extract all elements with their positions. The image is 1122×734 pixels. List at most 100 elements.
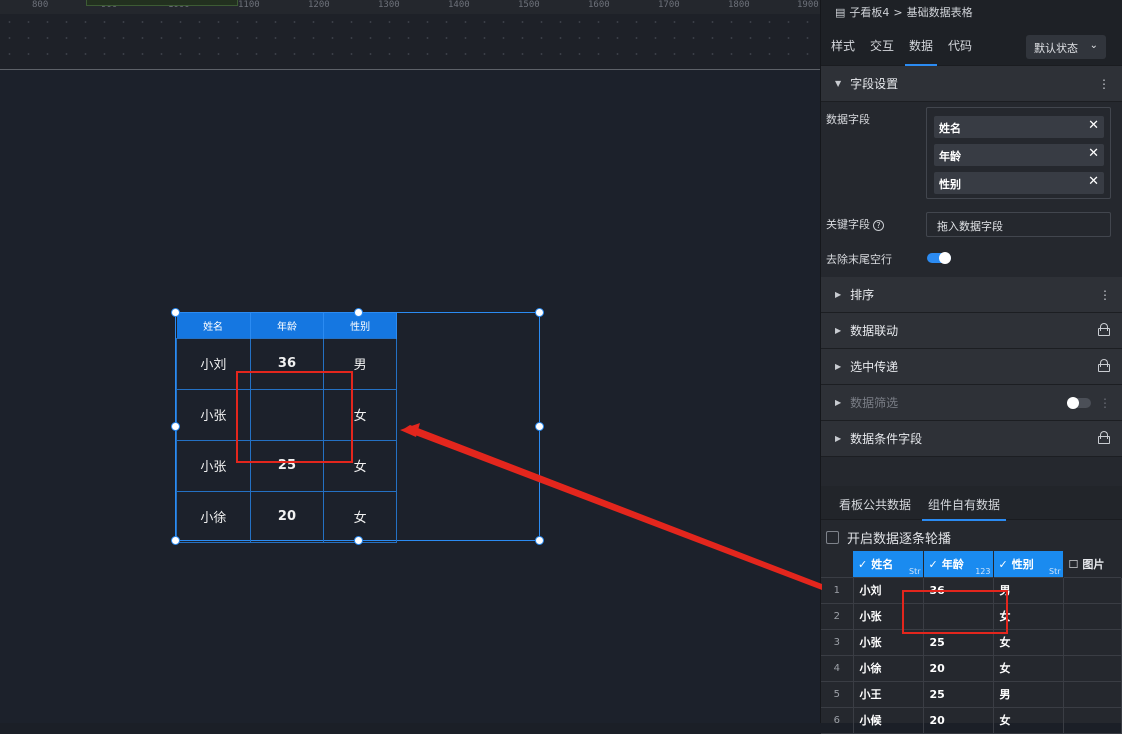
table-row[interactable]: 5 小王 25 男 — [821, 680, 1122, 708]
resize-handle-ne[interactable] — [535, 308, 544, 317]
remove-icon[interactable]: ✕ — [1088, 118, 1099, 133]
grid-cell[interactable]: 25 — [922, 680, 994, 708]
grid-cell[interactable]: 20 — [922, 654, 994, 682]
table-row[interactable]: 6 小候 20 女 — [821, 706, 1122, 734]
grid-cell[interactable]: 女 — [992, 706, 1064, 734]
grid-cell[interactable]: 20 — [922, 706, 994, 734]
section-data-linkage[interactable]: ▶ 数据联动 — [821, 313, 1122, 349]
more-menu-icon[interactable]: ⋮ — [1098, 77, 1110, 91]
field-chip[interactable]: 性别 ✕ — [934, 172, 1104, 194]
key-field-input[interactable]: 拖入数据字段 — [926, 212, 1111, 237]
carousel-option[interactable]: 开启数据逐条轮播 — [826, 528, 951, 547]
resize-handle-nw[interactable] — [171, 308, 180, 317]
caret-right-icon: ▶ — [835, 362, 842, 371]
carousel-checkbox[interactable] — [826, 531, 839, 544]
section-title: 数据筛选 — [850, 396, 899, 410]
ruler-tick: 1900 — [797, 0, 819, 10]
trim-empty-rows-label: 去除末尾空行 — [826, 253, 892, 266]
data-source-tabs: 看板公共数据 组件自有数据 — [821, 486, 1122, 521]
ruler-tick: 1400 — [448, 0, 470, 10]
field-chip[interactable]: 年龄 ✕ — [934, 144, 1104, 166]
resize-handle-sw[interactable] — [171, 536, 180, 545]
more-menu-icon[interactable]: ⋮ — [1099, 396, 1111, 410]
canvas-divider — [0, 69, 820, 70]
breadcrumb-separator: > — [893, 5, 903, 19]
grid-cell[interactable] — [1062, 576, 1122, 604]
data-grid: ✓ 姓名 Str ✓ 年龄 123 ✓ 性别 Str ☐ 图片 1 小刘 36 男 2 小张 … — [821, 551, 1122, 734]
tab-interaction[interactable]: 交互 — [870, 22, 894, 66]
grid-cell[interactable] — [1062, 654, 1122, 682]
resize-handle-n[interactable] — [354, 308, 363, 317]
section-condition-fields[interactable]: ▶ 数据条件字段 — [821, 421, 1122, 457]
section-title: 字段设置 — [850, 77, 899, 91]
row-number: 6 — [821, 706, 854, 734]
field-chip-label: 姓名 — [939, 122, 961, 135]
grid-cell[interactable]: 小候 — [852, 706, 924, 734]
tab-code[interactable]: 代码 — [948, 22, 972, 66]
grid-column-header[interactable]: ✓ 姓名 Str — [853, 551, 924, 577]
ruler-tick: 1600 — [588, 0, 610, 10]
field-chip[interactable]: 姓名 ✕ — [934, 116, 1104, 138]
help-icon[interactable]: ? — [873, 220, 884, 231]
grid-cell[interactable] — [1062, 706, 1122, 734]
ruler-tick: 1200 — [308, 0, 330, 10]
remove-icon[interactable]: ✕ — [1088, 174, 1099, 189]
carousel-label: 开启数据逐条轮播 — [847, 532, 952, 547]
tab-own-data[interactable]: 组件自有数据 — [921, 496, 1007, 521]
resize-handle-w[interactable] — [171, 422, 180, 431]
remove-icon[interactable]: ✕ — [1088, 146, 1099, 161]
key-field-label: 关键字段? — [826, 216, 884, 232]
design-canvas[interactable]: 800 900 1000 1100 1200 1300 1400 1500 16… — [0, 0, 820, 723]
grid-cell[interactable] — [1062, 602, 1122, 630]
chevron-down-icon: ⌄ — [1089, 40, 1098, 51]
row-number: 3 — [821, 628, 854, 656]
table-widget[interactable]: 姓名 年龄 性别 小刘 36 男 小张 女 小张 25 女 小徐 20 女 — [171, 308, 544, 545]
section-sort[interactable]: ▶ 排序 ⋮ — [821, 277, 1122, 313]
section-data-filter[interactable]: ▶ 数据筛选 ⋮ — [821, 385, 1122, 421]
resize-handle-s[interactable] — [354, 536, 363, 545]
grid-cell[interactable] — [1062, 628, 1122, 656]
filter-toggle[interactable] — [1067, 397, 1091, 409]
grid-cell[interactable]: 女 — [992, 654, 1064, 682]
row-number-header — [821, 551, 853, 577]
check-icon: ✓ — [928, 557, 938, 571]
row-number: 4 — [821, 654, 854, 682]
section-selection-pass[interactable]: ▶ 选中传递 — [821, 349, 1122, 385]
column-name: 姓名 — [871, 557, 894, 571]
section-field-settings[interactable]: ▼ 字段设置 ⋮ — [821, 66, 1122, 102]
column-name: 年龄 — [941, 557, 964, 571]
grid-cell[interactable]: 小王 — [852, 680, 924, 708]
row-number: 2 — [821, 602, 854, 630]
caret-right-icon: ▶ — [835, 290, 842, 299]
grid-cell[interactable] — [1062, 680, 1122, 708]
breadcrumb-board[interactable]: 子看板4 — [849, 4, 889, 20]
ruler-tick: 800 — [32, 0, 49, 10]
column-name: 图片 — [1082, 557, 1105, 571]
more-menu-icon[interactable]: ⋮ — [1099, 288, 1111, 302]
grid-cell[interactable]: 小徐 — [852, 654, 924, 682]
grid-column-header[interactable]: ☐ 图片 — [1063, 551, 1122, 577]
lock-icon — [1098, 359, 1110, 372]
column-type: Str — [1048, 566, 1061, 576]
table-row[interactable]: 4 小徐 20 女 — [821, 654, 1122, 682]
trim-empty-rows-toggle[interactable] — [927, 252, 951, 264]
grid-column-header[interactable]: ✓ 年龄 123 — [923, 551, 994, 577]
key-field-label-text: 关键字段 — [826, 218, 870, 231]
caret-right-icon: ▶ — [835, 434, 842, 443]
ruler-tick: 1700 — [658, 0, 680, 10]
data-fields-dropzone[interactable]: 姓名 ✕ 年龄 ✕ 性别 ✕ — [926, 107, 1111, 199]
grid-cell[interactable]: 男 — [992, 680, 1064, 708]
canvas-header-cell: 姓名 — [176, 313, 251, 338]
resize-handle-se[interactable] — [535, 536, 544, 545]
tab-style[interactable]: 样式 — [831, 22, 855, 66]
tab-data[interactable]: 数据 — [905, 22, 938, 66]
board-icon: ▤ — [835, 5, 846, 19]
ruler-tick: 1100 — [238, 0, 260, 10]
resize-handle-e[interactable] — [535, 422, 544, 431]
tab-public-data[interactable]: 看板公共数据 — [839, 496, 911, 513]
table-cell: 女 — [323, 490, 397, 543]
section-title: 排序 — [850, 288, 875, 302]
grid-column-header[interactable]: ✓ 性别 Str — [993, 551, 1064, 577]
component-stub[interactable] — [86, 0, 238, 6]
state-select[interactable]: 默认状态 ⌄ — [1026, 35, 1106, 59]
